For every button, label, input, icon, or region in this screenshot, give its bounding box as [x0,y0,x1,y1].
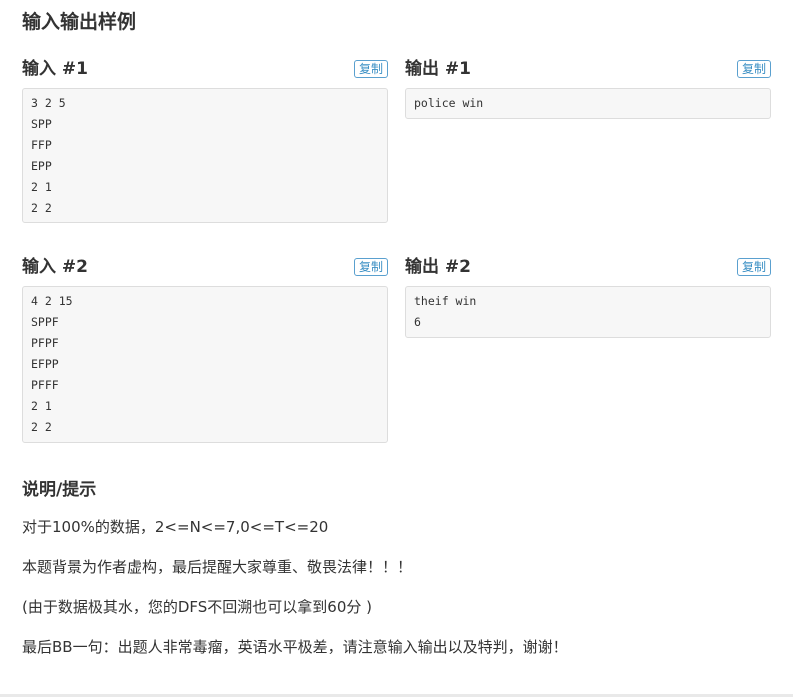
code-line: police win [414,96,484,110]
code-line: theif win [414,294,477,308]
hint-line: 对于100%的数据，2<=N<=7,0<=T<=20 [22,518,329,536]
code-line: PFPF [31,336,59,350]
code-line: 2 2 [31,201,52,215]
sample-2-output-header: 输出 #2 复制 [405,255,771,279]
hints-title: 说明/提示 [22,480,97,500]
sample-1-output-header: 输出 #1 复制 [405,57,771,81]
code-line: SPP [31,117,52,131]
sample-1-input-box: 3 2 5 SPP FFP EPP 2 1 2 2 [22,88,388,223]
copy-button-input-2[interactable]: 复制 [353,258,388,276]
copy-button-output-2[interactable]: 复制 [736,258,771,276]
code-line: 3 2 5 [31,96,66,110]
sample-section-title: 输入输出样例 [22,11,137,33]
sample-2-output-box: theif win 6 [405,286,771,338]
sample-1-output-label: 输出 #1 [405,59,471,79]
code-line: PFFF [31,378,59,392]
code-line: 2 1 [31,399,52,413]
sample-1-input-label: 输入 #1 [22,59,88,79]
code-line: EFPP [31,357,59,371]
copy-button-output-1[interactable]: 复制 [736,60,771,78]
code-line: 6 [414,315,421,329]
hint-line: (由于数据极其水，您的DFS不回溯也可以拿到60分 ) [22,598,372,616]
hint-line: 本题背景为作者虚构，最后提醒大家尊重、敬畏法律！！！ [22,558,413,576]
sample-2-input-box: 4 2 15 SPPF PFPF EFPP PFFF 2 1 2 2 [22,286,388,443]
sample-1-output-box: police win [405,88,771,119]
copy-button-input-1[interactable]: 复制 [353,60,388,78]
hint-line: 最后BB一句：出题人非常毒瘤，英语水平极差，请注意输入输出以及特判，谢谢！ [22,638,568,656]
sample-2-input-label: 输入 #2 [22,257,88,277]
code-line: 4 2 15 [31,294,73,308]
code-line: 2 1 [31,180,52,194]
sample-2-output-label: 输出 #2 [405,257,471,277]
code-line: SPPF [31,315,59,329]
code-line: FFP [31,138,52,152]
problem-page: 输入输出样例 输入 #1 复制 3 2 5 SPP FFP EPP 2 1 2 … [0,0,793,697]
sample-1-input-header: 输入 #1 复制 [22,57,388,81]
sample-2-input-header: 输入 #2 复制 [22,255,388,279]
code-line: EPP [31,159,52,173]
code-line: 2 2 [31,420,52,434]
